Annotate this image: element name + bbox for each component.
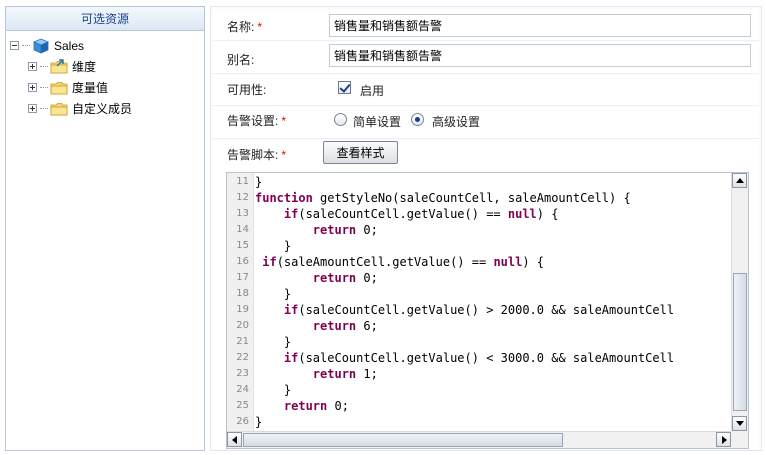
line-number: 23 — [236, 368, 249, 379]
tree-node-sales[interactable]: Sales — [6, 35, 204, 56]
enable-checkbox-label[interactable]: 启用 — [360, 82, 384, 99]
scroll-left-icon[interactable] — [227, 432, 242, 447]
expand-toggle-icon[interactable] — [28, 104, 37, 113]
scroll-right-icon[interactable] — [716, 432, 731, 447]
code-line: function getStyleNo(saleCountCell, saleA… — [255, 191, 631, 205]
scroll-up-icon[interactable] — [732, 173, 747, 188]
available-resources-panel: 可选资源 Sales 维度 度量值 自定义成员 — [5, 6, 205, 451]
required-marker: * — [281, 148, 287, 162]
name-label: 名称: * — [227, 18, 262, 35]
availability-row: 可用性: 启用 — [213, 75, 759, 106]
alias-input[interactable] — [329, 44, 751, 67]
tree-node-measures[interactable]: 度量值 — [6, 77, 204, 98]
code-line: return 6; — [312, 319, 378, 333]
scroll-down-icon[interactable] — [732, 416, 747, 431]
alias-label: 别名: — [227, 53, 255, 67]
folder-icon — [50, 102, 68, 115]
expand-toggle-icon[interactable] — [28, 62, 37, 71]
simple-setting-label[interactable]: 简单设置 — [353, 113, 401, 130]
line-number: 24 — [236, 384, 249, 395]
vertical-scroll-thumb[interactable] — [733, 273, 747, 411]
tree-node-label: Sales — [54, 38, 85, 53]
advanced-setting-label[interactable]: 高级设置 — [432, 113, 480, 130]
tree-connector — [40, 87, 48, 88]
line-number: 21 — [236, 336, 249, 347]
alert-script-label-text: 告警脚本: — [227, 148, 279, 162]
line-number: 20 — [236, 320, 249, 331]
code-line: return 1; — [312, 367, 378, 381]
expand-toggle-icon[interactable] — [28, 83, 37, 92]
tree-node-label: 维度 — [72, 60, 97, 74]
enable-checkbox[interactable] — [338, 81, 351, 94]
name-input[interactable] — [329, 14, 751, 37]
line-number: 17 — [236, 272, 249, 283]
code-line: return 0; — [312, 223, 378, 237]
line-number: 11 — [236, 176, 249, 187]
name-label-text: 名称: — [227, 20, 255, 34]
required-marker: * — [281, 114, 287, 128]
availability-label: 可用性: — [227, 83, 267, 97]
line-number: 14 — [236, 224, 249, 235]
tree-node-label: 度量值 — [72, 81, 109, 95]
code-line: } — [255, 335, 292, 349]
tree-node-custom-members[interactable]: 自定义成员 — [6, 98, 204, 119]
line-number: 18 — [236, 288, 249, 299]
collapse-toggle-icon[interactable] — [10, 41, 19, 50]
alert-setting-label-text: 告警设置: — [227, 114, 279, 128]
tree-node-label: 自定义成员 — [72, 102, 133, 116]
alert-setting-label: 告警设置: * — [227, 112, 286, 129]
horizontal-scroll-thumb[interactable] — [243, 433, 563, 447]
line-number: 16 — [236, 256, 249, 267]
code-line: } — [255, 287, 292, 301]
line-number: 22 — [236, 352, 249, 363]
cube-icon — [32, 38, 50, 54]
tree-connector — [40, 108, 48, 109]
name-row: 名称: * — [213, 9, 759, 41]
scrollbar-corner — [731, 431, 748, 448]
line-number-gutter: 11 12 13 14 15 16 17 18 19 20 21 22 23 24 25 26 — [227, 173, 254, 431]
line-number: 19 — [236, 304, 249, 315]
view-style-button[interactable]: 查看样式 — [323, 141, 398, 164]
code-line: } — [255, 239, 292, 253]
line-number: 25 — [236, 400, 249, 411]
code-line: if(saleCountCell.getValue() < 3000.0 && … — [283, 351, 675, 365]
code-line: } — [255, 415, 263, 429]
line-number: 26 — [236, 416, 249, 427]
code-line: if(saleCountCell.getValue() == null) { — [283, 207, 559, 221]
resource-tree: Sales 维度 度量值 自定义成员 — [6, 31, 204, 119]
code-line: if(saleAmountCell.getValue() == null) { — [262, 255, 545, 269]
alert-setting-row: 告警设置: * 简单设置 高级设置 — [213, 107, 759, 139]
alert-form-panel: 名称:* 别名: 可用性: 启用 告警设置:* 简单设置 高级设置 告警脚本:*… — [210, 6, 762, 451]
line-number: 15 — [236, 240, 249, 251]
script-code-editor[interactable]: 11 12 13 14 15 16 17 18 19 20 21 22 23 24 25 26 } functi… — [226, 172, 749, 449]
tree-node-dimension[interactable]: 维度 — [6, 56, 204, 77]
alert-script-label: 告警脚本: * — [227, 146, 286, 163]
code-text-area[interactable]: } function getStyleNo(saleCountCell, sale… — [255, 173, 731, 431]
advanced-setting-radio[interactable] — [411, 113, 424, 126]
simple-setting-radio[interactable] — [334, 113, 347, 126]
alias-row: 别名: — [213, 42, 759, 74]
line-number: 13 — [236, 208, 249, 219]
panel-title: 可选资源 — [6, 7, 204, 31]
code-line: if(saleCountCell.getValue() > 2000.0 && … — [283, 303, 675, 317]
tree-connector — [40, 66, 48, 67]
code-line: return 0; — [312, 271, 378, 285]
tree-connector — [22, 45, 30, 46]
vertical-scrollbar[interactable] — [731, 173, 748, 431]
code-line: } — [255, 383, 292, 397]
required-marker: * — [257, 20, 263, 34]
folder-icon — [50, 81, 68, 94]
dimension-folder-icon — [50, 58, 68, 73]
line-number: 12 — [236, 192, 249, 203]
horizontal-scrollbar[interactable] — [227, 431, 731, 448]
code-line: } — [255, 175, 263, 189]
code-line: return 0; — [283, 399, 349, 413]
